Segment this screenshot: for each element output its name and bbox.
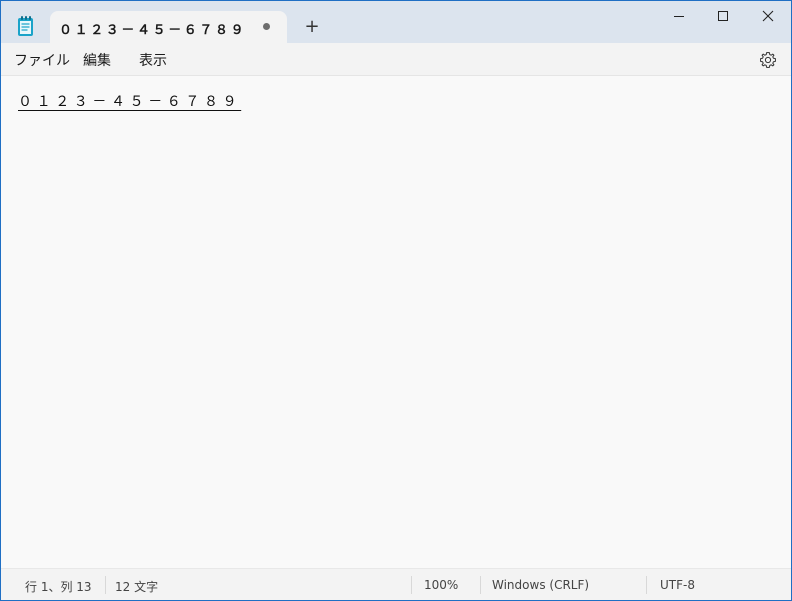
tab-title: ０１２３－４５－６７８９ <box>59 23 247 38</box>
status-separator <box>646 576 647 594</box>
editor-content[interactable]: ０１２３－４５－６７８９ <box>18 91 241 111</box>
unsaved-dot-icon[interactable] <box>263 23 270 30</box>
minimize-icon <box>674 16 684 17</box>
encoding[interactable]: UTF-8 <box>660 578 695 592</box>
notepad-icon <box>16 15 36 37</box>
maximize-button[interactable] <box>700 1 746 33</box>
menu-view[interactable]: 表示 <box>139 50 167 70</box>
document-tab[interactable]: ０１２３－４５－６７８９ <box>50 11 287 43</box>
title-bar[interactable]: ０１２３－４５－６７８９ + <box>1 1 791 43</box>
close-icon <box>762 10 774 22</box>
line-ending[interactable]: Windows (CRLF) <box>492 578 589 592</box>
notepad-window: ０１２３－４５－６７８９ + ファイル 編集 表示 ０１２３－４５－６７８９ 行… <box>0 0 792 601</box>
status-separator <box>411 576 412 594</box>
menu-edit[interactable]: 編集 <box>83 50 111 70</box>
minimize-button[interactable] <box>656 1 702 33</box>
menu-bar: ファイル 編集 表示 <box>1 43 791 76</box>
cursor-position: 行 1、列 13 <box>25 580 92 594</box>
maximize-icon <box>718 11 728 21</box>
menu-file[interactable]: ファイル <box>14 50 70 70</box>
gear-icon[interactable] <box>759 51 777 69</box>
new-tab-button[interactable]: + <box>299 16 325 40</box>
zoom-level[interactable]: 100% <box>424 578 458 592</box>
status-separator <box>105 576 106 594</box>
close-button[interactable] <box>745 1 791 33</box>
status-bar: 行 1、列 13 12 文字 100% Windows (CRLF) UTF-8 <box>1 568 791 600</box>
character-count: 12 文字 <box>115 580 159 594</box>
text-editor[interactable]: ０１２３－４５－６７８９ <box>1 76 791 568</box>
status-separator <box>480 576 481 594</box>
